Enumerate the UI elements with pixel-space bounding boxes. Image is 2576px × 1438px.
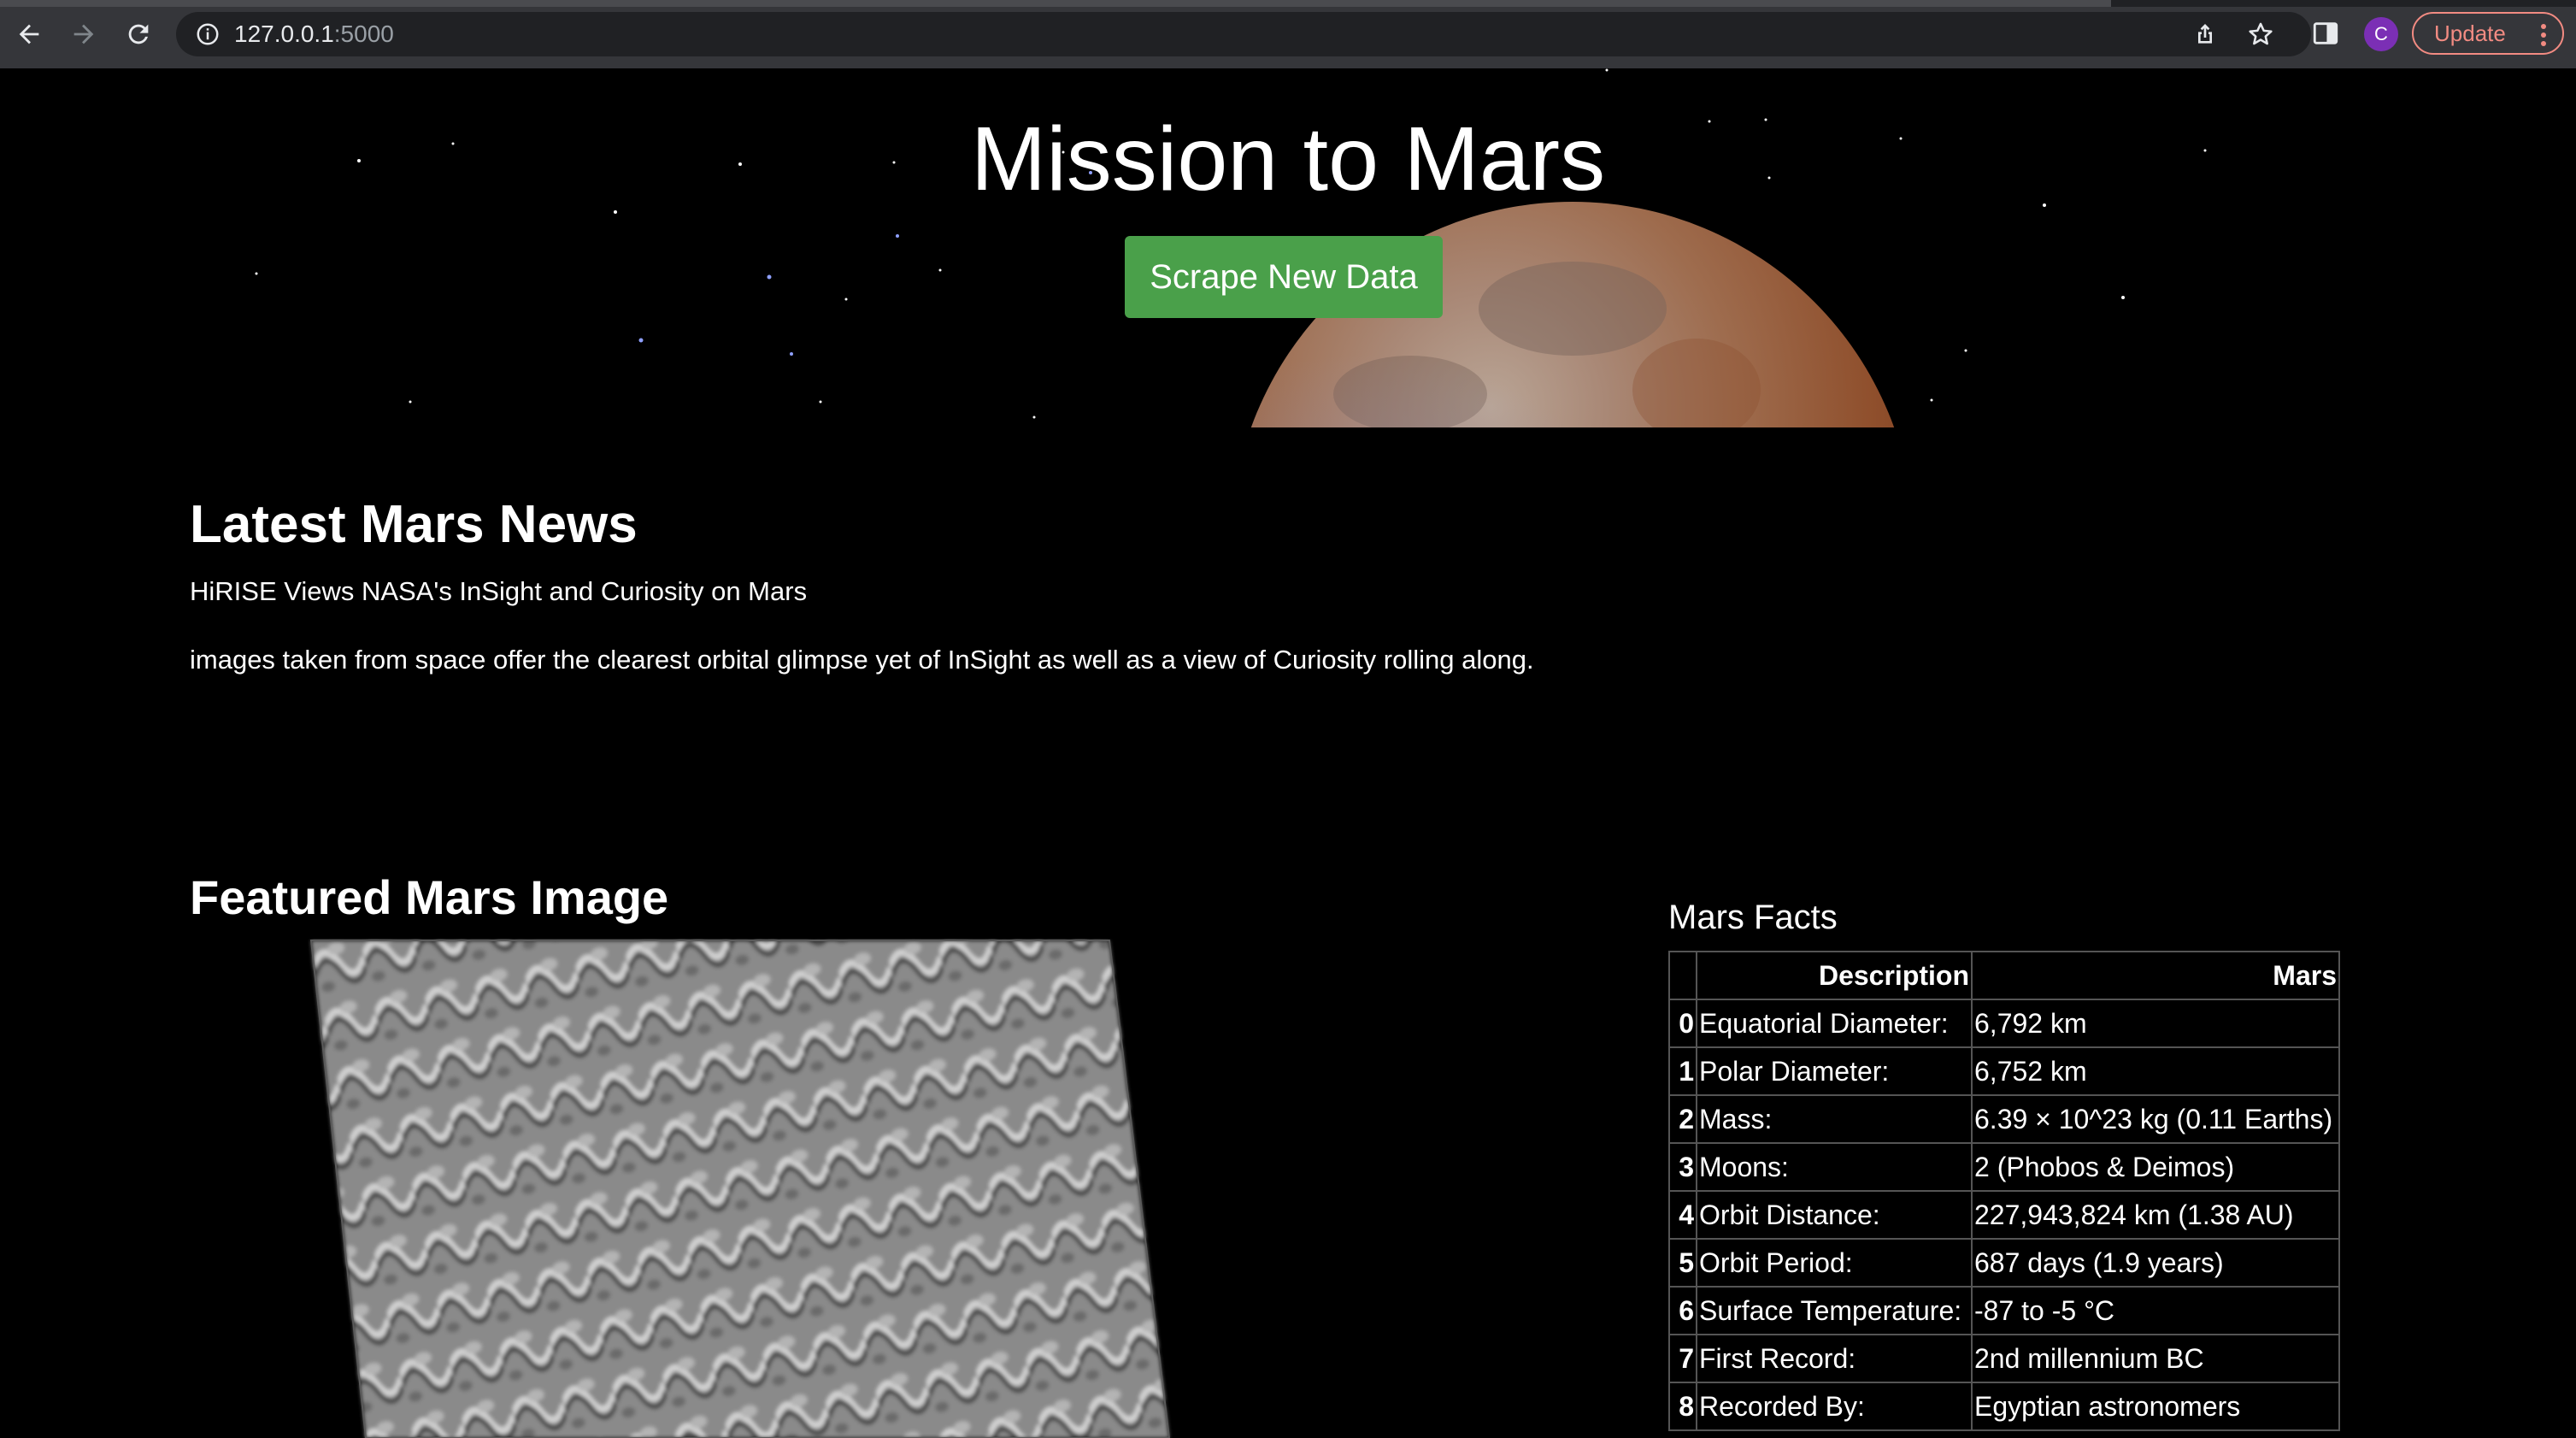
profile-avatar[interactable]: C <box>2364 17 2398 51</box>
row-value: -87 to -5 °C <box>1971 1286 2340 1335</box>
url-text[interactable]: 127.0.0.1:5000 <box>234 21 394 48</box>
forward-button[interactable] <box>65 15 103 53</box>
table-row: 5 Orbit Period: 687 days (1.9 years) <box>1668 1238 2340 1288</box>
row-index: 5 <box>1668 1238 1697 1288</box>
bookmark-star-icon[interactable] <box>2246 20 2275 49</box>
row-index: 3 <box>1668 1142 1697 1192</box>
row-value: 687 days (1.9 years) <box>1971 1238 2340 1288</box>
share-icon[interactable] <box>2191 21 2219 48</box>
browser-toolbar: 127.0.0.1:5000 C Update <box>0 0 2576 70</box>
menu-dots-icon[interactable] <box>2540 23 2547 47</box>
table-row: 1 Polar Diameter: 6,752 km <box>1668 1046 2340 1096</box>
table-header-mars: Mars <box>1971 951 2340 1000</box>
row-description: Surface Temperature: <box>1696 1286 1973 1335</box>
row-index: 7 <box>1668 1334 1697 1383</box>
table-row: 3 Moons: 2 (Phobos & Deimos) <box>1668 1142 2340 1192</box>
row-index: 8 <box>1668 1382 1697 1431</box>
row-description: Recorded By: <box>1696 1382 1973 1431</box>
side-panel-icon[interactable] <box>2311 19 2340 48</box>
url-host: 127.0.0.1 <box>234 21 334 47</box>
featured-image-title: Featured Mars Image <box>190 870 669 924</box>
row-value: Egyptian astronomers <box>1971 1382 2340 1431</box>
scrape-new-data-button[interactable]: Scrape New Data <box>1125 236 1443 318</box>
row-index: 0 <box>1668 999 1697 1048</box>
tab-strip-bar <box>0 0 2111 7</box>
row-value: 227,943,824 km (1.38 AU) <box>1971 1190 2340 1240</box>
row-value: 6.39 × 10^23 kg (0.11 Earths) <box>1971 1094 2340 1144</box>
address-bar[interactable]: 127.0.0.1:5000 <box>176 12 2311 56</box>
update-button[interactable]: Update <box>2412 12 2564 55</box>
reload-button[interactable] <box>120 15 157 53</box>
row-description: Orbit Distance: <box>1696 1190 1973 1240</box>
row-value: 6,792 km <box>1971 999 2340 1048</box>
row-description: Orbit Period: <box>1696 1238 1973 1288</box>
table-row: 8 Recorded By: Egyptian astronomers <box>1668 1382 2340 1431</box>
tab-strip <box>0 0 2576 7</box>
table-row: 6 Surface Temperature: -87 to -5 °C <box>1668 1286 2340 1335</box>
table-header-row: Description Mars <box>1668 951 2340 1000</box>
table-header-index <box>1668 951 1697 1000</box>
table-row: 2 Mass: 6.39 × 10^23 kg (0.11 Earths) <box>1668 1094 2340 1144</box>
row-description: Moons: <box>1696 1142 1973 1192</box>
news-headline: HiRISE Views NASA's InSight and Curiosit… <box>190 576 808 606</box>
update-label: Update <box>2434 20 2506 46</box>
back-button[interactable] <box>10 15 48 53</box>
row-index: 1 <box>1668 1046 1697 1096</box>
row-description: First Record: <box>1696 1334 1973 1383</box>
table-row: 4 Orbit Distance: 227,943,824 km (1.38 AU) <box>1668 1190 2340 1240</box>
row-description: Mass: <box>1696 1094 1973 1144</box>
arrow-right-icon <box>74 24 94 44</box>
mars-facts-title: Mars Facts <box>1668 899 1838 936</box>
table-row: 0 Equatorial Diameter: 6,792 km <box>1668 999 2340 1048</box>
row-description: Polar Diameter: <box>1696 1046 1973 1096</box>
news-section-title: Latest Mars News <box>190 495 638 554</box>
page-title: Mission to Mars <box>970 109 1606 209</box>
table-header-description: Description <box>1696 951 1973 1000</box>
row-value: 6,752 km <box>1971 1046 2340 1096</box>
row-value: 2 (Phobos & Deimos) <box>1971 1142 2340 1192</box>
row-index: 2 <box>1668 1094 1697 1144</box>
mars-facts-table: Description Mars 0 Equatorial Diameter: 6,… <box>1668 951 2340 1431</box>
row-description: Equatorial Diameter: <box>1696 999 1973 1048</box>
row-index: 4 <box>1668 1190 1697 1240</box>
url-port: :5000 <box>333 21 394 47</box>
hero-banner: Mission to Mars Scrape New Data <box>0 68 2576 427</box>
row-value: 2nd millennium BC <box>1971 1334 2340 1383</box>
table-row: 7 First Record: 2nd millennium BC <box>1668 1334 2340 1383</box>
featured-mars-image <box>309 940 1171 1438</box>
row-index: 6 <box>1668 1286 1697 1335</box>
info-icon[interactable] <box>195 21 221 47</box>
reload-icon <box>128 24 149 44</box>
news-paragraph: images taken from space offer the cleare… <box>190 645 1534 675</box>
arrow-left-icon <box>19 24 39 44</box>
